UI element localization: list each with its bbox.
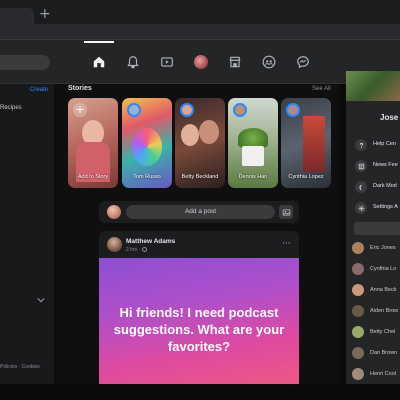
contact-name: Cynthia Lo [370,266,397,272]
menu-item-news-feed[interactable]: News Fee [355,160,400,174]
sidebar-item-recipes[interactable]: Recipes [0,105,22,111]
add-post-input[interactable]: Add a post [126,205,275,219]
profile-name[interactable]: Jose [380,113,398,122]
more-options-icon[interactable]: ··· [282,239,291,249]
gear-icon [355,202,367,214]
dark-mode-icon [355,181,367,193]
avatar [233,103,247,117]
story-label: Dennis Han [238,174,268,180]
create-link[interactable]: Create [30,87,48,93]
story-label: Add to Story [77,174,109,180]
search-input[interactable] [0,55,50,70]
contact-name: Aiden Brow [370,308,399,314]
stories-heading: Stories [68,85,92,92]
contact-name: Henri Cool [370,371,396,377]
browser-tab[interactable] [0,8,34,24]
contact-name: Betty Chel [370,329,396,335]
menu-item-settings[interactable]: Settings A [355,202,400,216]
contact-item[interactable]: Henri Cool [352,368,400,382]
app-window: + Create Recipes Policies · Cookies · St… [0,0,400,400]
help-icon [355,139,367,151]
avatar[interactable] [107,237,122,252]
menu-item-dark-mode[interactable]: Dark Mod [355,181,400,195]
avatar [352,263,364,275]
menu-label: Dark Mod [373,183,397,189]
story-card-add[interactable]: + Add to Story [68,98,118,188]
avatar [286,103,300,117]
avatar [352,326,364,338]
avatar [180,103,194,117]
left-sidebar [0,84,54,400]
contact-name: Anna Beck [370,287,397,293]
avatar [352,368,364,380]
story-label: Tom Russo [133,174,161,180]
post-text: Hi friends! I need podcast suggestions. … [113,305,285,354]
avatar [194,55,208,69]
post-author[interactable]: Matthew Adams [126,238,175,245]
marketplace-icon[interactable] [220,50,250,74]
story-label: Betty Beckland [181,174,219,180]
watch-icon[interactable] [152,50,182,74]
avatar [352,305,364,317]
add-story-icon: + [73,103,87,117]
menu-label: News Fee [373,162,398,168]
story-label: Cynthia Lopez [288,174,324,180]
window-bottom-edge [0,384,400,400]
contact-name: Eric Jones [370,245,396,251]
see-all-link[interactable]: See All [312,86,331,92]
avatar [352,284,364,296]
avatar [352,347,364,359]
menu-action-button[interactable] [354,222,400,235]
menu-label: Settings A [373,204,398,210]
avatar[interactable] [107,205,121,219]
globe-icon [141,247,147,253]
contact-item[interactable]: Eric Jones [352,242,400,256]
bell-icon[interactable] [118,50,148,74]
contact-item[interactable]: Dan Brown [352,347,400,361]
story-card[interactable]: Dennis Han [228,98,278,188]
story-card[interactable]: Cynthia Lopez [281,98,331,188]
news-feed-icon [355,160,367,172]
menu-label: Help Cen [373,141,396,147]
contact-item[interactable]: Anna Beck [352,284,400,298]
chevron-down-icon[interactable] [37,291,45,303]
footer-links[interactable]: Policies · Cookies · [0,364,43,370]
menu-item-help[interactable]: Help Cen [355,139,400,153]
avatar [352,242,364,254]
browser-tab-strip: + [0,0,400,24]
contact-name: Dan Brown [370,350,398,356]
story-card[interactable]: Betty Beckland [175,98,225,188]
cover-photo [346,71,400,101]
story-card[interactable]: Tom Russo [122,98,172,188]
profile-avatar[interactable] [186,50,216,74]
groups-icon[interactable] [254,50,284,74]
home-icon[interactable] [84,50,114,74]
messenger-icon[interactable] [288,50,318,74]
browser-address-bar[interactable] [0,24,400,40]
post-timestamp: 2 hrs · [126,247,147,253]
contact-item[interactable]: Cynthia Lo [352,263,400,277]
new-tab-button[interactable]: + [39,6,51,22]
photo-icon[interactable] [279,205,293,219]
avatar [127,103,141,117]
contact-item[interactable]: Betty Chel [352,326,400,340]
active-tab-indicator [84,41,114,43]
contact-item[interactable]: Aiden Brow [352,305,400,319]
